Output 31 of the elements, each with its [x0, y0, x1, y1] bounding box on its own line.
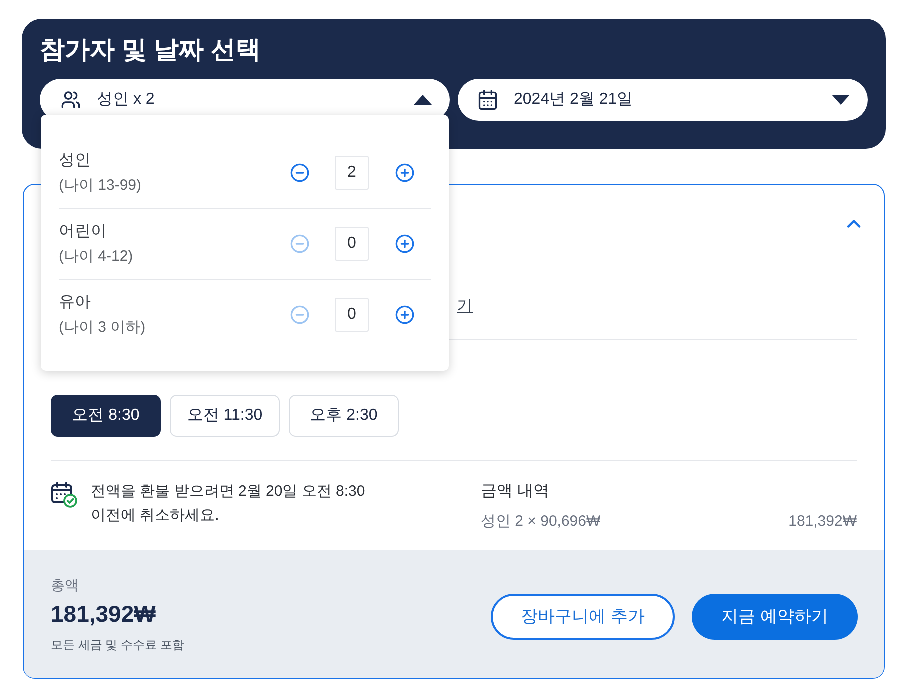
tax-note: 모든 세금 및 수수료 포함 [51, 636, 184, 652]
participant-type: 어린이 [59, 222, 107, 242]
refund-note: 전액을 환불 받으려면 2월 20일 오전 8:30 이전에 취소하세요. [91, 482, 366, 526]
price-breakdown-title: 금액 내역 [481, 482, 550, 502]
age-range: (나이 3 이하) [59, 318, 146, 338]
age-range: (나이 4-12) [59, 247, 134, 267]
calendar-check-icon [51, 482, 78, 508]
age-range: (나이 13-99) [59, 176, 142, 196]
text-link[interactable]: 기 [457, 297, 473, 317]
total-label: 총액 [51, 576, 79, 594]
time-slot-button[interactable]: 오전 8:30 [51, 395, 161, 437]
quantity-field[interactable]: 2 [335, 156, 369, 190]
total-amount: 181,392₩ [51, 600, 156, 628]
increase-button[interactable] [395, 305, 415, 325]
header-title: 참가자 및 날짜 선택 [40, 35, 261, 65]
increase-button[interactable] [395, 162, 415, 182]
calendar-icon [477, 89, 499, 111]
book-now-button[interactable]: 지금 예약하기 [692, 594, 858, 640]
participant-type: 성인 [59, 150, 91, 170]
decrease-button[interactable] [290, 162, 310, 182]
quantity-field[interactable]: 0 [335, 227, 369, 261]
price-line-amount: 181,392₩ [788, 512, 857, 532]
date-select[interactable]: 2024년 2월 21일 [458, 79, 868, 121]
increase-button[interactable] [395, 234, 415, 254]
time-slot-button[interactable]: 오후 2:30 [289, 395, 399, 437]
price-line-label: 성인 2 × 90,696₩ [481, 512, 601, 532]
people-icon [61, 90, 81, 110]
time-slot-button[interactable]: 오전 11:30 [170, 395, 280, 437]
participant-type: 유아 [59, 293, 91, 313]
add-to-cart-button[interactable]: 장바구니에 추가 [491, 594, 675, 640]
quantity-field[interactable]: 0 [335, 298, 369, 332]
